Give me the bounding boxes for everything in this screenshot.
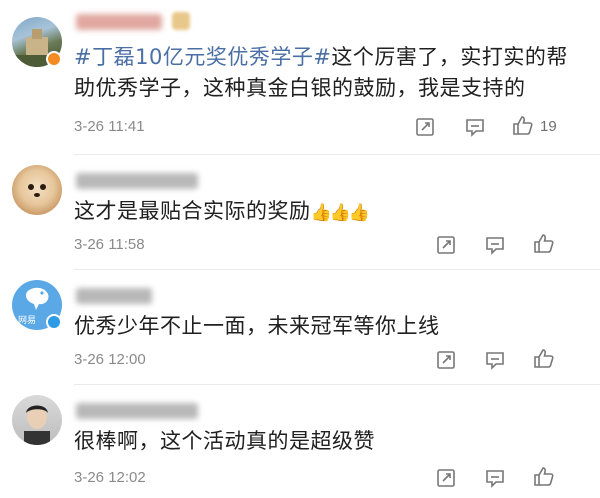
person-image bbox=[24, 405, 50, 445]
like-count: 19 bbox=[540, 118, 557, 135]
share-icon[interactable] bbox=[414, 116, 436, 138]
comment-item: 很棒啊，这个活动真的是超级赞 3-26 12:02 bbox=[0, 385, 600, 498]
comment-icon[interactable] bbox=[484, 234, 506, 256]
thumbs-up-icon[interactable] bbox=[533, 347, 555, 369]
dog-image bbox=[28, 184, 46, 197]
comment-item: 这才是最贴合实际的奖励👍👍👍 3-26 11:58 bbox=[0, 155, 600, 270]
comment-item: #丁磊10亿元奖优秀学子#这个厉害了，实打实的帮助优秀学子，这种真金白银的鼓励，… bbox=[0, 0, 600, 155]
avatar[interactable] bbox=[12, 395, 62, 445]
comment-icon[interactable] bbox=[484, 467, 506, 489]
username[interactable] bbox=[76, 14, 162, 30]
share-icon[interactable] bbox=[435, 349, 457, 371]
share-icon[interactable] bbox=[435, 467, 457, 489]
comment-text: 很棒啊，这个活动真的是超级赞 bbox=[74, 426, 574, 457]
thumbs-emoji: 👍👍👍 bbox=[310, 203, 370, 223]
username[interactable] bbox=[76, 403, 198, 419]
comment-text: #丁磊10亿元奖优秀学子#这个厉害了，实打实的帮助优秀学子，这种真金白银的鼓励，… bbox=[74, 42, 574, 104]
username[interactable] bbox=[76, 288, 152, 304]
comment-icon[interactable] bbox=[484, 349, 506, 371]
username[interactable] bbox=[76, 173, 198, 189]
comment-text: 优秀少年不止一面，未来冠军等你上线 bbox=[74, 311, 574, 342]
timestamp: 3-26 12:02 bbox=[74, 469, 146, 486]
comment-text: 这才是最贴合实际的奖励👍👍👍 bbox=[74, 196, 574, 229]
avatar[interactable] bbox=[12, 165, 62, 215]
medal-icon bbox=[172, 12, 190, 30]
thumbs-up-icon[interactable] bbox=[512, 114, 534, 136]
thumbs-up-icon[interactable] bbox=[533, 465, 555, 487]
comment-body: 优秀少年不止一面，未来冠军等你上线 bbox=[74, 314, 440, 338]
thumbs-up-icon[interactable] bbox=[533, 232, 555, 254]
comment-icon[interactable] bbox=[464, 116, 486, 138]
verified-badge-icon bbox=[46, 51, 62, 67]
timestamp: 3-26 11:41 bbox=[74, 118, 145, 135]
hashtag-link[interactable]: #丁磊10亿元奖优秀学子# bbox=[74, 45, 331, 69]
timestamp: 3-26 11:58 bbox=[74, 236, 145, 253]
avatar-label: 网易 bbox=[18, 316, 37, 326]
comment-item: 网易 优秀少年不止一面，未来冠军等你上线 3-26 12:00 bbox=[0, 270, 600, 385]
timestamp: 3-26 12:00 bbox=[74, 351, 146, 368]
share-icon[interactable] bbox=[435, 234, 457, 256]
comment-body: 这才是最贴合实际的奖励 bbox=[74, 199, 311, 223]
verified-badge-icon bbox=[46, 314, 62, 330]
comment-body: 很棒啊，这个活动真的是超级赞 bbox=[74, 429, 375, 453]
